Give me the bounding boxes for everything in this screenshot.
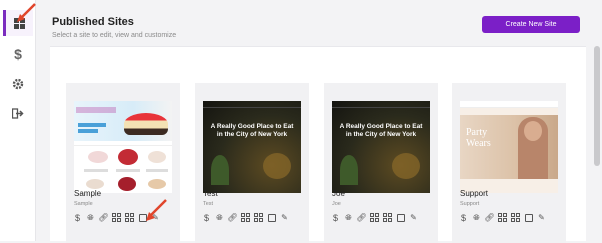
user-icon[interactable]: [523, 212, 534, 223]
site-name[interactable]: Test: [203, 189, 218, 198]
grid-icon[interactable]: [240, 212, 251, 223]
site-thumbnail[interactable]: [74, 101, 172, 193]
layout-icon[interactable]: [253, 212, 264, 223]
user-icon[interactable]: [266, 212, 277, 223]
site-subdomain: Sample: [74, 201, 93, 207]
edit-icon[interactable]: ✎: [408, 212, 419, 223]
link-icon[interactable]: 🔗︎: [98, 212, 109, 223]
layout-icon[interactable]: [382, 212, 393, 223]
grid-icon[interactable]: [369, 212, 380, 223]
site-name[interactable]: Support: [460, 189, 488, 198]
globe-icon[interactable]: 🌐︎: [214, 212, 225, 223]
globe-icon[interactable]: 🌐︎: [343, 212, 354, 223]
site-actions: $ 🌐︎ 🔗︎ ✎: [330, 212, 419, 223]
logout-icon[interactable]: [3, 100, 33, 126]
annotation-arrow-icon: [17, 3, 36, 22]
site-actions: $ 🌐︎ 🔗︎ ✎: [458, 212, 547, 223]
thumbnail-headline: Party Wears: [466, 127, 491, 149]
site-subdomain: Joe: [332, 201, 341, 207]
main-content: Published Sites Select a site to edit, v…: [36, 0, 602, 243]
sidebar: $: [0, 0, 36, 241]
gear-icon[interactable]: [3, 71, 33, 97]
site-thumbnail[interactable]: Party Wears: [460, 101, 558, 193]
globe-icon[interactable]: 🌐︎: [471, 212, 482, 223]
site-thumbnail[interactable]: A Really Good Place to Eat in the City o…: [332, 101, 430, 193]
site-subdomain: Support: [460, 201, 480, 207]
link-icon[interactable]: 🔗︎: [227, 212, 238, 223]
dollar-icon[interactable]: $: [458, 212, 469, 223]
user-icon[interactable]: [395, 212, 406, 223]
dollar-icon[interactable]: $: [201, 212, 212, 223]
scrollbar[interactable]: [594, 46, 600, 166]
dollar-icon[interactable]: $: [3, 41, 33, 67]
edit-icon[interactable]: ✎: [279, 212, 290, 223]
site-card-test[interactable]: A Really Good Place to Eat in the City o…: [195, 83, 309, 243]
create-new-site-button[interactable]: Create New Site: [482, 16, 580, 33]
globe-icon[interactable]: 🌐︎: [85, 212, 96, 223]
page-title: Published Sites: [52, 16, 134, 28]
annotation-arrow-icon: [146, 199, 167, 221]
page-subtitle: Select a site to edit, view and customiz…: [52, 32, 177, 39]
grid-icon[interactable]: [497, 212, 508, 223]
site-name[interactable]: Sample: [74, 189, 101, 198]
link-icon[interactable]: 🔗︎: [484, 212, 495, 223]
sites-panel: Sample Sample $ 🌐︎ 🔗︎ ✎ A Really Good Pl…: [50, 46, 586, 243]
site-actions: $ 🌐︎ 🔗︎ ✎: [201, 212, 290, 223]
grid-icon[interactable]: [111, 212, 122, 223]
site-subdomain: Test: [203, 201, 214, 207]
link-icon[interactable]: 🔗︎: [356, 212, 367, 223]
dollar-icon[interactable]: $: [330, 212, 341, 223]
site-card-support[interactable]: Party Wears Support Support $ 🌐︎ 🔗︎ ✎: [452, 83, 566, 243]
edit-icon[interactable]: ✎: [536, 212, 547, 223]
layout-icon[interactable]: [510, 212, 521, 223]
thumbnail-headline: A Really Good Place to Eat in the City o…: [210, 123, 294, 138]
site-card-joe[interactable]: A Really Good Place to Eat in the City o…: [324, 83, 438, 243]
site-thumbnail[interactable]: A Really Good Place to Eat in the City o…: [203, 101, 301, 193]
site-name[interactable]: Joe: [332, 189, 345, 198]
dollar-icon[interactable]: $: [72, 212, 83, 223]
thumbnail-headline: A Really Good Place to Eat in the City o…: [339, 123, 423, 138]
layout-icon[interactable]: [124, 212, 135, 223]
